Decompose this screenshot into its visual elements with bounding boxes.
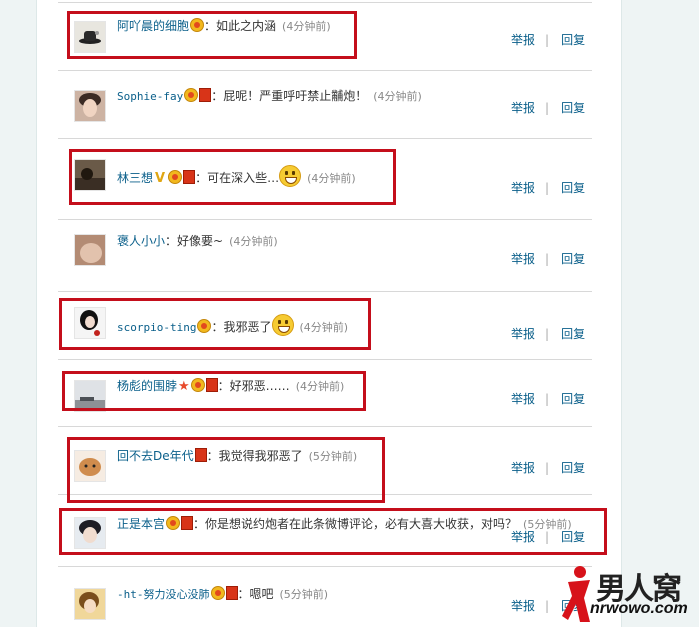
comment-text: ：好像要~	[165, 234, 224, 248]
comment-actions: 举报 | 回复	[511, 391, 585, 407]
report-link[interactable]: 举报	[511, 101, 535, 115]
comment-item: Sophie-fay ：屁呢！严重呼吁禁止黼炮！ (4分钟前) 举报 | 回复	[58, 70, 592, 138]
highlight-box	[59, 508, 607, 555]
comment-line: Sophie-fay ：屁呢！严重呼吁禁止黼炮！ (4分钟前)	[117, 88, 422, 105]
medal-badge-icon	[225, 586, 238, 600]
report-link[interactable]: 举报	[511, 461, 535, 475]
reply-link[interactable]: 回复	[561, 461, 585, 475]
right-page-margin	[621, 0, 699, 627]
reply-link[interactable]: 回复	[561, 252, 585, 266]
username-link[interactable]: Sophie-fay	[117, 90, 183, 103]
action-separator: |	[545, 599, 550, 613]
report-link[interactable]: 举报	[511, 252, 535, 266]
vip-badge-icon	[210, 586, 225, 600]
highlight-box	[67, 11, 357, 59]
action-separator: |	[545, 181, 550, 195]
highlight-box	[69, 149, 396, 205]
action-separator: |	[545, 461, 550, 475]
comment-actions: 举报 | 回复	[511, 460, 585, 476]
highlight-box	[59, 298, 371, 350]
reply-link[interactable]: 回复	[561, 327, 585, 341]
avatar[interactable]	[74, 588, 106, 620]
comment-line: 褒人小小：好像要~ (4分钟前)	[117, 233, 278, 250]
report-link[interactable]: 举报	[511, 33, 535, 47]
watermark-logo: 男人窝 nrwowo.com	[560, 562, 696, 624]
avatar[interactable]	[74, 90, 106, 122]
comment-actions: 举报 | 回复	[511, 180, 585, 196]
comment-line: -ht-努力没心没肺 ：嗯吧 (5分钟前)	[117, 586, 328, 603]
comment-actions: 举报 | 回复	[511, 32, 585, 48]
comment-actions: 举报 | 回复	[511, 100, 585, 116]
comment-text: ：屁呢！严重呼吁禁止黼炮！	[211, 89, 368, 103]
action-separator: |	[545, 392, 550, 406]
report-link[interactable]: 举报	[511, 327, 535, 341]
action-separator: |	[545, 252, 550, 266]
comment-time: (5分钟前)	[279, 588, 329, 601]
action-separator: |	[545, 33, 550, 47]
avatar-photo-image	[75, 235, 105, 265]
report-link[interactable]: 举报	[511, 181, 535, 195]
medal-badge-icon	[199, 88, 212, 102]
action-separator: |	[545, 101, 550, 115]
avatar-photo-image	[75, 91, 105, 121]
highlight-box	[62, 371, 366, 411]
comment-item: 褒人小小：好像要~ (4分钟前) 举报 | 回复	[58, 219, 592, 291]
comment-actions: 举报 | 回复	[511, 326, 585, 342]
reply-link[interactable]: 回复	[561, 392, 585, 406]
avatar-photo-image	[75, 589, 105, 619]
reply-link[interactable]: 回复	[561, 33, 585, 47]
username-link[interactable]: 褒人小小	[117, 234, 165, 248]
comment-time: (4分钟前)	[373, 90, 422, 103]
left-page-margin	[0, 0, 37, 627]
avatar[interactable]	[74, 234, 106, 266]
comment-text: ：嗯吧	[237, 587, 274, 601]
watermark-url: nrwowo.com	[590, 600, 688, 617]
comment-time: (4分钟前)	[229, 235, 278, 248]
username-link[interactable]: -ht-努力没心没肺	[117, 588, 210, 601]
report-link[interactable]: 举报	[511, 599, 535, 613]
action-separator: |	[545, 327, 550, 341]
report-link[interactable]: 举报	[511, 392, 535, 406]
reply-link[interactable]: 回复	[561, 181, 585, 195]
comment-item: -ht-努力没心没肺：嗯吧(5分钟前) 举报|回复	[58, 566, 592, 627]
vip-badge-icon	[184, 88, 199, 102]
reply-link[interactable]: 回复	[561, 101, 585, 115]
highlight-box	[67, 437, 385, 503]
comment-actions: 举报 | 回复	[511, 251, 585, 267]
